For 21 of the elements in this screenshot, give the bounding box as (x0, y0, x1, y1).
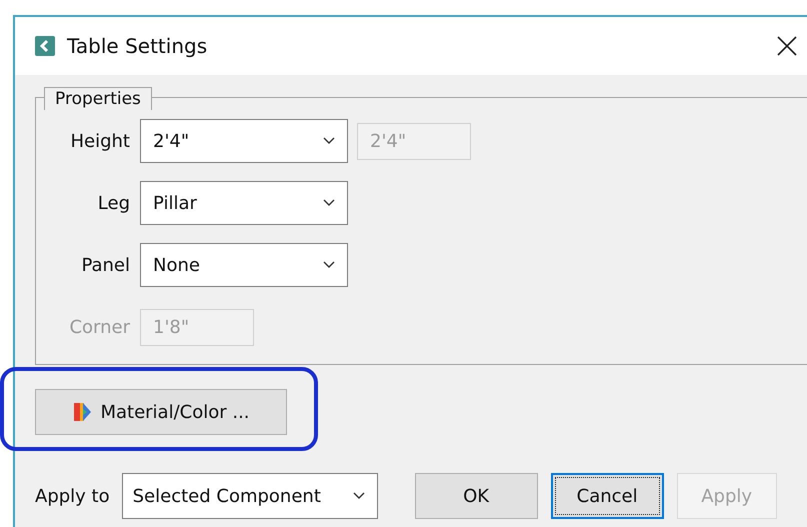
field-label: Panel (80, 254, 130, 276)
chevron-icon (352, 492, 365, 500)
dialog-button[interactable]: OK (414, 473, 538, 519)
material-color-button[interactable]: Material/Color ... (35, 389, 287, 435)
apply-to-label: Apply to (35, 486, 110, 506)
dropdown[interactable]: Pillar (140, 181, 348, 225)
window-title: Table Settings (67, 34, 208, 58)
field-label: Height (69, 130, 130, 152)
color-wedge-icon (72, 401, 92, 423)
dropdown[interactable]: None (140, 243, 348, 287)
dialog-button[interactable]: Cancel (550, 473, 664, 519)
field-label: Leg (96, 192, 130, 214)
chevron-icon (323, 137, 335, 145)
group-title: Properties (44, 87, 152, 110)
close-icon[interactable] (777, 36, 797, 56)
chevron-icon (323, 261, 335, 269)
field-label: Corner (68, 316, 130, 338)
apply-to-dropdown[interactable]: Selected Component (122, 473, 378, 519)
chevron-icon (323, 199, 335, 207)
app-icon (35, 36, 55, 56)
dropdown[interactable]: 2'4" (140, 119, 348, 163)
